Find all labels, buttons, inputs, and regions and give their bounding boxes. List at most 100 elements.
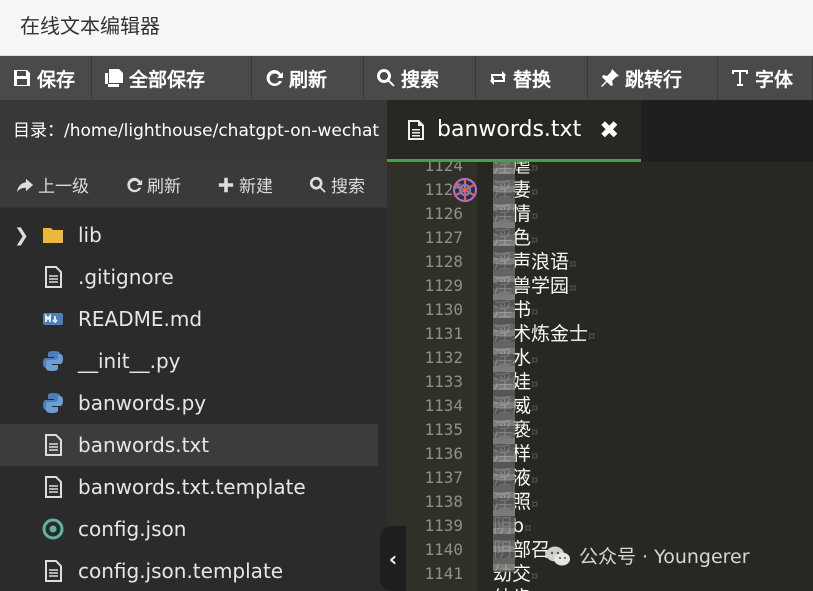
toolbar: 保存 全部保存 刷新 搜索 替换 跳转行 字体 [0,56,813,100]
file-item-readme[interactable]: README.md [0,298,378,340]
replace-button[interactable]: 替换 [476,56,588,100]
json-icon [42,518,78,540]
explorer-search-label: 搜索 [331,177,365,197]
pilcrow-marker: ¤ [531,401,539,415]
font-button[interactable]: 字体 [718,56,813,100]
file-icon [42,560,78,582]
redaction-blur [493,162,515,572]
file-explorer: 目录：/home/lighthouse/chatgpt-on-wechat 上一… [0,100,387,591]
editor-pane: banwords.txt ✖ 1124 1125 1126 1127 1128 1129 1… [387,100,813,591]
line-number: 1133 [424,372,463,391]
font-icon [732,70,748,86]
markdown-icon [42,308,78,330]
new-file-label: 新建 [239,177,273,197]
pilcrow-marker: ¤ [531,425,539,439]
search-icon [309,176,326,193]
line-number: 1132 [424,348,463,367]
file-item-init-py[interactable]: __init__.py [0,340,378,382]
file-name: banwords.py [78,391,207,415]
pilcrow-marker: ¤ [531,162,539,175]
search-icon [377,69,395,87]
python-icon [42,392,78,414]
app-title: 在线文本编辑器 [0,0,813,56]
pilcrow-marker: ¤ [531,449,539,463]
folder-icon [42,224,78,246]
parent-dir-button[interactable]: 上一级 [0,172,89,197]
save-all-button[interactable]: 全部保存 [92,56,252,100]
pilcrow-marker: ¤ [531,353,539,367]
pilcrow-marker: ¤ [531,497,539,511]
pin-icon [601,69,619,87]
file-item-config-json[interactable]: config.json [0,508,378,550]
file-icon [408,119,424,140]
close-icon[interactable]: ✖ [599,116,619,144]
share-arrow-icon [16,178,34,192]
pilcrow-marker: ¤ [531,305,539,319]
file-name: config.json.template [78,559,284,583]
replace-label: 替换 [513,68,552,91]
file-name: config.json [78,517,187,541]
pilcrow-marker: ¤ [569,257,577,271]
pilcrow-marker: ¤ [531,473,539,487]
file-item-gitignore[interactable]: .gitignore [0,256,378,298]
refresh-button[interactable]: 刷新 [252,56,364,100]
explorer-actions: 上一级 刷新 新建 搜索 [0,162,387,208]
pilcrow-marker: ¤ [531,569,539,583]
save-icon [14,70,30,86]
tab-banwords-txt[interactable]: banwords.txt ✖ [387,100,641,162]
save-button[interactable]: 保存 [0,56,92,100]
new-file-button[interactable]: 新建 [201,172,273,197]
line-number: 1131 [424,324,463,343]
file-item-banwords-txt[interactable]: banwords.txt [0,424,378,466]
line-number: 1137 [424,468,463,487]
pilcrow-marker: ¤ [569,281,577,295]
replace-icon [490,71,506,85]
collapse-sidebar-button[interactable]: ‹ [380,526,406,591]
watermark: 公众号 · Youngerer [545,542,750,569]
file-name: banwords.txt.template [78,475,306,499]
file-item-lib[interactable]: ❯ lib [0,214,378,256]
explorer-refresh-button[interactable]: 刷新 [109,172,181,197]
file-name: README.md [78,307,203,331]
file-list: ❯ lib .gitignore README.md __init__.py b… [0,208,387,591]
line-number: 1128 [424,252,463,271]
file-item-banwords-py[interactable]: banwords.py [0,382,378,424]
font-label: 字体 [755,68,794,91]
pilcrow-marker: ¤ [531,185,539,199]
line-number: 1135 [424,420,463,439]
line-number: 1127 [424,228,463,247]
pilcrow-marker: ¤ [531,233,539,247]
explorer-refresh-label: 刷新 [147,177,181,197]
save-all-label: 全部保存 [129,68,206,91]
watermark-text: 公众号 · Youngerer [579,546,750,568]
file-icon [42,266,78,288]
openai-logo-icon [452,177,478,203]
plus-icon [218,177,234,192]
refresh-icon [127,177,143,192]
line-number: 1129 [424,276,463,295]
parent-dir-label: 上一级 [38,177,89,197]
pilcrow-marker: ¤ [531,377,539,391]
file-name: __init__.py [78,349,181,373]
save-label: 保存 [37,68,76,91]
file-name: lib [78,223,102,247]
save-all-icon [105,69,123,87]
pilcrow-marker: ¤ [524,521,532,535]
line-text: 幼齿 [493,587,531,591]
file-icon [42,434,78,456]
chevron-right-icon[interactable]: ❯ [14,225,42,246]
explorer-search-button[interactable]: 搜索 [293,172,365,197]
goto-line-button[interactable]: 跳转行 [588,56,718,100]
refresh-icon [266,69,283,86]
pilcrow-marker: ¤ [531,209,539,223]
file-item-config-template[interactable]: config.json.template [0,550,378,591]
goto-line-label: 跳转行 [625,68,683,91]
file-item-banwords-template[interactable]: banwords.txt.template [0,466,378,508]
directory-path: 目录：/home/lighthouse/chatgpt-on-wechat [0,100,387,162]
wechat-icon [546,546,570,565]
pilcrow-marker: ¤ [588,329,596,343]
search-label: 搜索 [401,68,440,91]
search-button[interactable]: 搜索 [364,56,476,100]
python-icon [42,350,78,372]
code-area[interactable]: 1124 1125 1126 1127 1128 1129 1130 1131 1132 1133… [387,162,813,591]
